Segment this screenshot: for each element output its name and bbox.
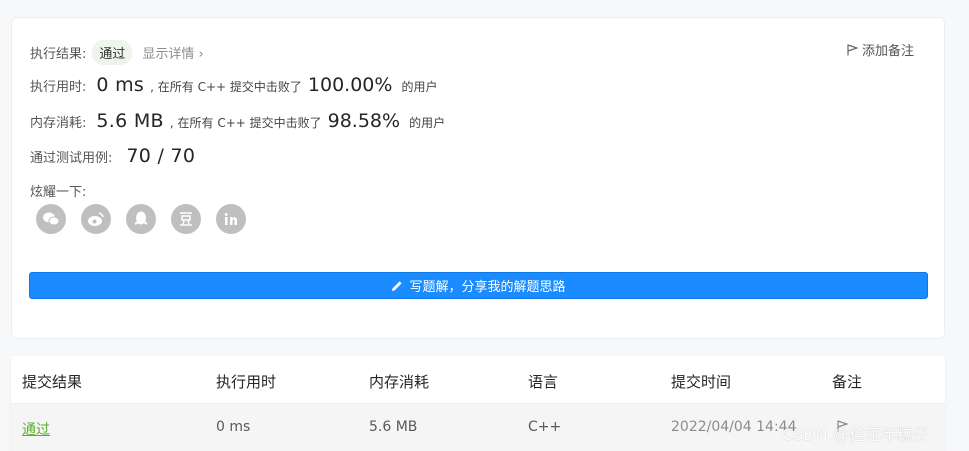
write-solution-button[interactable]: 写题解，分享我的解题思路 bbox=[29, 272, 928, 299]
status-badge: 通过 bbox=[92, 40, 133, 65]
header-memory: 内存消耗 bbox=[369, 373, 430, 391]
row-language: C++ bbox=[528, 419, 562, 435]
add-note-label: 添加备注 bbox=[861, 44, 914, 59]
tests-row: 通过测试用例: 70 / 70 bbox=[30, 145, 201, 167]
weibo-icon[interactable] bbox=[81, 204, 111, 234]
flag-icon bbox=[847, 43, 858, 55]
row-submit-time: 2022/04/04 14:44 bbox=[671, 419, 797, 435]
table-header: 提交结果 执行用时 内存消耗 语言 提交时间 备注 bbox=[11, 356, 945, 404]
header-note: 备注 bbox=[832, 373, 863, 391]
runtime-percent: 100.00% bbox=[307, 74, 393, 96]
wechat-icon[interactable] bbox=[36, 204, 66, 234]
share-row-label: 炫耀一下: bbox=[30, 181, 86, 200]
qq-icon[interactable] bbox=[126, 204, 156, 234]
memory-label: 内存消耗: bbox=[30, 116, 87, 131]
row-memory: 5.6 MB bbox=[369, 419, 418, 435]
show-details-link[interactable]: 显示详情 › bbox=[142, 43, 203, 62]
header-language: 语言 bbox=[528, 373, 559, 391]
share-label: 炫耀一下: bbox=[30, 185, 87, 200]
csdn-watermark: CSDN @桂花年糕仔 bbox=[782, 425, 929, 444]
memory-percent: 98.58% bbox=[327, 110, 401, 132]
runtime-row: 执行用时: 0 ms , 在所有 C++ 提交中击败了 100.00% 的用户 bbox=[30, 74, 437, 96]
pencil-icon bbox=[392, 280, 403, 291]
submission-result-card: 执行结果: 通过 显示详情 › 添加备注 执行用时: 0 ms , 在所有 C+… bbox=[11, 17, 945, 339]
write-solution-label: 写题解，分享我的解题思路 bbox=[409, 280, 566, 295]
runtime-suffix: 的用户 bbox=[401, 80, 438, 94]
row-runtime: 0 ms bbox=[216, 419, 251, 435]
memory-row: 内存消耗: 5.6 MB , 在所有 C++ 提交中击败了 98.58% 的用户 bbox=[30, 110, 445, 132]
add-note-button[interactable]: 添加备注 bbox=[847, 40, 914, 59]
result-label: 执行结果: bbox=[30, 47, 87, 62]
share-icons bbox=[36, 204, 261, 234]
runtime-value: 0 ms bbox=[96, 74, 145, 96]
result-row: 执行结果: 通过 显示详情 › bbox=[30, 40, 204, 65]
header-result: 提交结果 bbox=[22, 373, 83, 391]
douban-icon[interactable] bbox=[171, 204, 201, 234]
memory-value: 5.6 MB bbox=[96, 110, 164, 132]
runtime-label: 执行用时: bbox=[30, 80, 87, 95]
tests-label: 通过测试用例: bbox=[30, 151, 113, 166]
memory-prefix: , 在所有 C++ 提交中击败了 bbox=[169, 116, 322, 130]
row-result-link[interactable]: 通过 bbox=[22, 419, 50, 439]
header-runtime: 执行用时 bbox=[216, 373, 277, 391]
memory-suffix: 的用户 bbox=[409, 116, 446, 130]
header-submit-time: 提交时间 bbox=[671, 373, 732, 391]
linkedin-icon[interactable] bbox=[216, 204, 246, 234]
tests-value: 70 / 70 bbox=[126, 145, 196, 167]
runtime-prefix: , 在所有 C++ 提交中击败了 bbox=[150, 80, 302, 94]
